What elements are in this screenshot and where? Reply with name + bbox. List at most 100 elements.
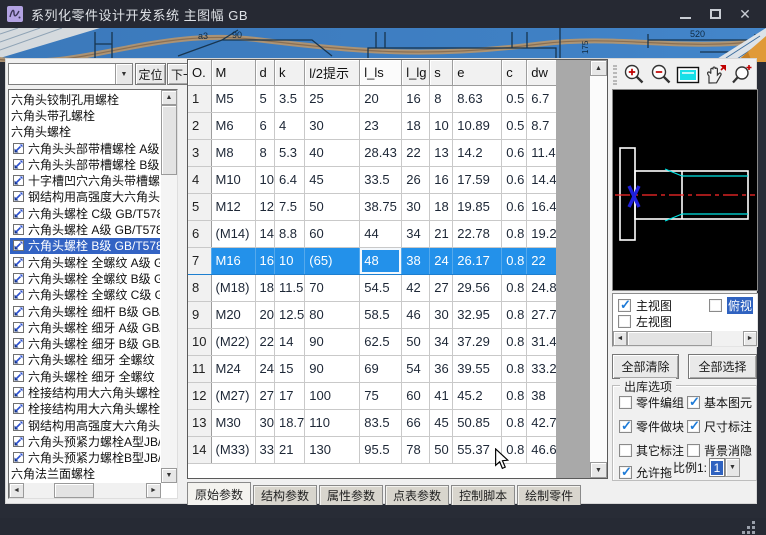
pan-button[interactable] (701, 63, 728, 87)
table-cell[interactable]: 16 (255, 247, 274, 274)
scrollbar-thumb[interactable] (627, 331, 712, 346)
row-number-cell[interactable]: 2 (188, 112, 211, 139)
table-cell[interactable]: 44 (360, 220, 402, 247)
table-cell[interactable]: 46 (402, 301, 430, 328)
table-cell[interactable]: 42.7 (527, 409, 558, 436)
table-cell[interactable]: 18 (402, 112, 430, 139)
table-cell[interactable]: 3.5 (274, 85, 304, 112)
list-item[interactable]: 六角头带孔螺栓 (10, 107, 160, 123)
column-header[interactable]: l/2提示 (305, 60, 360, 85)
table-cell[interactable]: 0.8 (502, 301, 527, 328)
column-header[interactable]: O. (188, 60, 211, 85)
resize-grip[interactable] (740, 521, 756, 535)
table-cell[interactable]: 50 (305, 193, 360, 220)
table-cell[interactable]: 0.5 (502, 112, 527, 139)
table-cell[interactable]: 18.7 (274, 409, 304, 436)
table-cell[interactable]: 12.5 (274, 301, 304, 328)
table-cell[interactable]: 24 (255, 355, 274, 382)
table-cell[interactable]: 11.5 (274, 274, 304, 301)
table-cell[interactable]: 80 (305, 301, 360, 328)
table-cell[interactable]: 17.59 (453, 166, 502, 193)
table-cell[interactable]: 10 (255, 166, 274, 193)
table-cell[interactable]: 14.4 (527, 166, 558, 193)
scale-combobox[interactable]: 1 ▼ (709, 458, 740, 477)
table-cell[interactable]: 6.7 (527, 85, 558, 112)
table-vertical-scrollbar[interactable]: ▲ ▼ (590, 60, 607, 478)
row-number-cell[interactable]: 6 (188, 220, 211, 247)
table-cell[interactable]: 34 (430, 328, 453, 355)
list-item[interactable]: 六角头螺栓 细牙 全螺纹 (10, 368, 160, 384)
table-cell[interactable]: 37.29 (453, 328, 502, 355)
select-all-button[interactable]: 全部选择 (688, 354, 757, 379)
column-header[interactable]: e (453, 60, 502, 85)
table-cell[interactable]: 90 (305, 355, 360, 382)
table-cell[interactable]: 30 (402, 193, 430, 220)
table-cell[interactable]: 0.5 (502, 85, 527, 112)
part-search-combobox[interactable]: ▼ (8, 63, 133, 85)
list-item[interactable]: 六角头螺栓 C级 GB/T5780 (10, 205, 160, 221)
table-cell[interactable]: 30 (255, 409, 274, 436)
list-vertical-scrollbar[interactable]: ▲ ▼ (161, 90, 177, 483)
export-option[interactable]: 零件编组 (619, 394, 684, 411)
checkbox-checked-icon[interactable] (619, 466, 632, 479)
table-cell[interactable]: 5.3 (274, 139, 304, 166)
table-cell[interactable]: 0.6 (502, 193, 527, 220)
row-number-cell[interactable]: 4 (188, 166, 211, 193)
row-number-cell[interactable]: 9 (188, 301, 211, 328)
view-option-left[interactable]: 左视图 (618, 313, 672, 330)
table-cell[interactable]: 8.63 (453, 85, 502, 112)
list-item[interactable]: 六角头铰制孔用螺栓 (10, 91, 160, 107)
table-cell[interactable]: 25 (305, 85, 360, 112)
table-cell[interactable]: 8 (430, 85, 453, 112)
table-cell[interactable]: 27.7 (527, 301, 558, 328)
table-cell[interactable]: 31.4 (527, 328, 558, 355)
table-cell[interactable]: 42 (402, 274, 430, 301)
table-cell[interactable]: 38.75 (360, 193, 402, 220)
column-header[interactable]: s (430, 60, 453, 85)
table-cell[interactable]: 10.89 (453, 112, 502, 139)
list-item[interactable]: 六角头螺栓 细牙 B级 GB/ (10, 335, 160, 351)
column-header[interactable]: M (211, 60, 255, 85)
table-cell[interactable]: (M18) (211, 274, 255, 301)
table-cell[interactable]: 0.8 (502, 382, 527, 409)
table-cell[interactable]: 28.43 (360, 139, 402, 166)
row-number-cell[interactable]: 12 (188, 382, 211, 409)
table-cell[interactable]: 6.4 (274, 166, 304, 193)
checkbox-checked-icon[interactable] (687, 396, 700, 409)
checkbox-checked-icon[interactable] (618, 299, 631, 312)
table-cell[interactable]: 58.5 (360, 301, 402, 328)
table-cell[interactable]: 36 (430, 355, 453, 382)
table-cell[interactable]: M6 (211, 112, 255, 139)
table-cell[interactable]: 70 (305, 274, 360, 301)
table-cell[interactable]: 15 (274, 355, 304, 382)
column-header[interactable]: c (502, 60, 527, 85)
row-number-cell[interactable]: 7 (188, 247, 211, 274)
column-header[interactable]: l_ls (360, 60, 402, 85)
table-cell[interactable]: 22 (527, 247, 558, 274)
table-cell[interactable]: M24 (211, 355, 255, 382)
scroll-down-button[interactable]: ▼ (590, 462, 607, 478)
views-horizontal-scrollbar[interactable]: ◄ ► (613, 331, 757, 346)
list-item[interactable]: 六角头螺栓 细牙 全螺纹 (10, 352, 160, 368)
view-option-main[interactable]: 主视图 (618, 297, 672, 314)
export-option[interactable]: 允许拖 (619, 464, 675, 481)
table-cell[interactable]: 12 (255, 193, 274, 220)
table-cell[interactable]: 0.8 (502, 355, 527, 382)
export-option[interactable]: 基本图元 (687, 394, 752, 411)
table-cell[interactable]: M8 (211, 139, 255, 166)
table-cell[interactable]: 30 (430, 301, 453, 328)
table-cell[interactable]: 0.6 (502, 139, 527, 166)
column-header[interactable]: k (274, 60, 304, 85)
table-cell[interactable]: 6 (255, 112, 274, 139)
table-cell[interactable]: (M22) (211, 328, 255, 355)
table-cell[interactable]: 54.5 (360, 274, 402, 301)
table-cell[interactable]: 20 (360, 85, 402, 112)
table-cell[interactable]: 33 (255, 436, 274, 463)
scrollbar-thumb[interactable] (54, 483, 94, 498)
row-number-cell[interactable]: 13 (188, 409, 211, 436)
row-number-cell[interactable]: 5 (188, 193, 211, 220)
table-cell[interactable]: 16.4 (527, 193, 558, 220)
checkbox-checked-icon[interactable] (687, 420, 700, 433)
list-item-selected[interactable]: 六角头螺栓 B级 GB/T5782 (10, 238, 160, 254)
clear-all-button[interactable]: 全部清除 (612, 354, 679, 379)
